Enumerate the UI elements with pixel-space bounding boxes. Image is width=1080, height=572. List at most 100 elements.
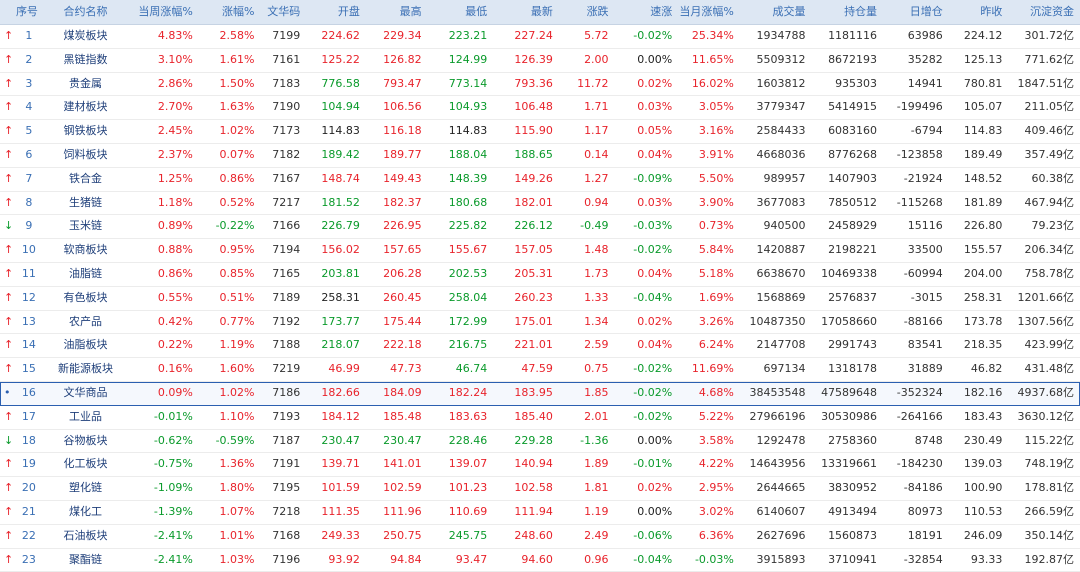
table-row[interactable]: ↑ 22 石油板块 -2.41% 1.01% 7168 249.33 250.75 245.75… [0,525,1080,549]
table-row[interactable]: ↑ 12 有色板块 0.55% 0.51% 7189 258.31 260.45 258.04 2… [0,287,1080,311]
month-change: 5.18% [698,266,734,280]
col-header-volume[interactable]: 成交量 [740,0,812,24]
table-row[interactable]: ↑ 11 油脂链 0.86% 0.85% 7165 203.81 206.28 202.53 20… [0,263,1080,287]
contract-code: 7190 [272,100,301,114]
arrow-down-icon: ↓ [4,433,14,447]
price-change: 1.17 [584,124,609,138]
col-header-change[interactable]: 涨跌 [559,0,615,24]
contract-code: 7161 [272,52,301,66]
low-price: 228.46 [448,433,488,447]
row-index: 19 [21,457,36,471]
table-row[interactable]: ↑ 13 农产品 0.42% 0.77% 7192 173.77 175.44 172.99 17… [0,311,1080,335]
month-change: 4.68% [698,385,734,399]
high-price: 182.37 [383,195,422,209]
month-change: 5.22% [698,409,734,423]
speed-change: 0.00% [637,52,673,66]
table-row[interactable]: ↑ 10 软商板块 0.88% 0.95% 7194 156.02 157.65 155.67 1… [0,239,1080,263]
open-interest: 7850512 [828,195,878,209]
table-row[interactable]: ↑ 2 黑链指数 3.10% 1.61% 7161 125.22 126.82 124.99 12… [0,49,1080,73]
table-row[interactable]: • 16 文华商品 0.09% 1.02% 7186 182.66 184.09 182.24 1… [0,381,1080,406]
table-row[interactable]: ↓ 18 谷物板块 -0.62% -0.59% 7187 230.47 230.47 228.4… [0,430,1080,454]
table-row[interactable]: ↑ 17 工业品 -0.01% 1.10% 7193 184.12 185.48 183.63 1… [0,406,1080,430]
open-interest: 6083160 [828,124,878,138]
row-index: 4 [25,100,33,114]
capital: 748.19亿 [1024,457,1074,471]
high-price: 230.47 [383,433,422,447]
table-row[interactable]: ↓ 9 玉米链 0.89% -0.22% 7166 226.79 226.95 225.82 22… [0,215,1080,240]
change-pct: 1.01% [219,528,255,542]
prev-close: 183.43 [963,409,1003,423]
low-price: 258.04 [448,290,488,304]
prev-close: 224.12 [963,29,1003,42]
open-interest: 1181116 [828,29,878,42]
arrow-up-icon: ↑ [4,124,14,138]
volume: 5509312 [756,52,806,66]
col-header-name[interactable]: 合约名称 [44,0,127,24]
table-row[interactable]: ↑ 15 新能源板块 0.16% 1.60% 7219 46.99 47.73 46.74 47.… [0,358,1080,382]
open-interest: 935303 [835,76,878,90]
week-change: 1.25% [157,171,193,185]
col-header-last[interactable]: 最新 [493,0,559,24]
table-row[interactable]: ↑ 6 饲料板块 2.37% 0.07% 7182 189.42 189.77 188.04 18… [0,144,1080,168]
table-row[interactable]: ↑ 7 铁合金 1.25% 0.86% 7167 148.74 149.43 148.39 149… [0,168,1080,192]
col-header-speed[interactable]: 速涨 [615,0,679,24]
table-row[interactable]: ↑ 1 煤炭板块 4.83% 2.58% 7199 224.62 229.34 223.21 22… [0,25,1080,49]
price-change: 0.75 [584,362,609,376]
low-price: 93.47 [455,552,488,566]
table-row[interactable]: ↑ 3 贵金属 2.86% 1.50% 7183 776.58 793.47 773.14 793… [0,73,1080,97]
capital: 3630.12亿 [1017,409,1074,423]
col-header-high[interactable]: 最高 [366,0,428,24]
prev-close: 173.78 [963,314,1003,328]
contract-code: 7196 [272,552,301,566]
change-pct: 0.85% [219,266,255,280]
speed-change: 0.00% [637,504,673,518]
col-header-code[interactable]: 文华码 [261,0,307,24]
contract-name: 煤炭板块 [63,29,108,42]
last-price: 106.48 [514,100,553,114]
table-row[interactable]: ↑ 8 生猪链 1.18% 0.52% 7217 181.52 182.37 180.68 182… [0,192,1080,216]
row-index: 10 [21,243,36,257]
speed-change: -0.01% [633,457,673,471]
col-header-open-interest[interactable]: 持仓量 [811,0,883,24]
col-header-open[interactable]: 开盘 [306,0,366,24]
daily-oi-change: 18191 [907,528,943,542]
last-price: 47.59 [521,362,553,376]
capital: 423.99亿 [1024,338,1074,352]
col-header-low[interactable]: 最低 [428,0,494,24]
contract-name: 煤化工 [68,504,102,518]
open-interest: 8672193 [828,52,878,66]
low-price: 114.83 [448,124,488,138]
row-index: 22 [21,528,36,542]
volume: 3677083 [756,195,806,209]
col-header-index[interactable]: 序号 [14,0,44,24]
open-price: 125.22 [321,52,360,66]
speed-change: 0.02% [637,76,673,90]
week-change: 1.18% [157,195,193,209]
table-row[interactable]: ↑ 20 塑化链 -1.09% 1.80% 7195 101.59 102.59 101.23 1… [0,477,1080,501]
price-change: 2.00 [584,52,609,66]
last-price: 115.90 [514,124,553,138]
col-header-capital[interactable]: 沉淀资金 [1008,0,1080,24]
row-index: 18 [21,433,36,447]
high-price: 149.43 [383,171,422,185]
col-header-change-pct[interactable]: 涨幅% [199,0,261,24]
table-row[interactable]: ↑ 14 油脂板块 0.22% 1.19% 7188 218.07 222.18 216.75 2… [0,334,1080,359]
capital: 192.87亿 [1024,552,1074,566]
open-price: 218.07 [321,338,360,352]
col-header-prev-close[interactable]: 昨收 [949,0,1009,24]
table-row[interactable]: ↑ 23 聚酯链 -2.41% 1.03% 7196 93.92 94.84 93.47 94.6… [0,549,1080,572]
table-row[interactable]: ↑ 5 钢铁板块 2.45% 1.02% 7173 114.83 116.18 114.83 11… [0,120,1080,144]
open-interest: 2458929 [828,219,878,233]
contract-name: 贵金属 [68,76,102,90]
change-pct: 1.50% [219,76,255,90]
table-row[interactable]: ↑ 21 煤化工 -1.39% 1.07% 7218 111.35 111.96 110.69 1… [0,501,1080,525]
col-header-week-change[interactable]: 当周涨幅% [127,0,199,24]
low-price: 101.23 [448,481,488,495]
col-header-month-change[interactable]: 当月涨幅% [678,0,740,24]
table-row[interactable]: ↑ 19 化工板块 -0.75% 1.36% 7191 139.71 141.01 139.07… [0,453,1080,478]
week-change: 0.16% [157,362,193,376]
col-header-daily-oi-change[interactable]: 日增仓 [883,0,949,24]
row-index: 20 [21,481,36,495]
last-price: 188.65 [514,147,553,161]
table-row[interactable]: ↑ 4 建材板块 2.70% 1.63% 7190 104.94 106.56 104.93 10… [0,96,1080,121]
